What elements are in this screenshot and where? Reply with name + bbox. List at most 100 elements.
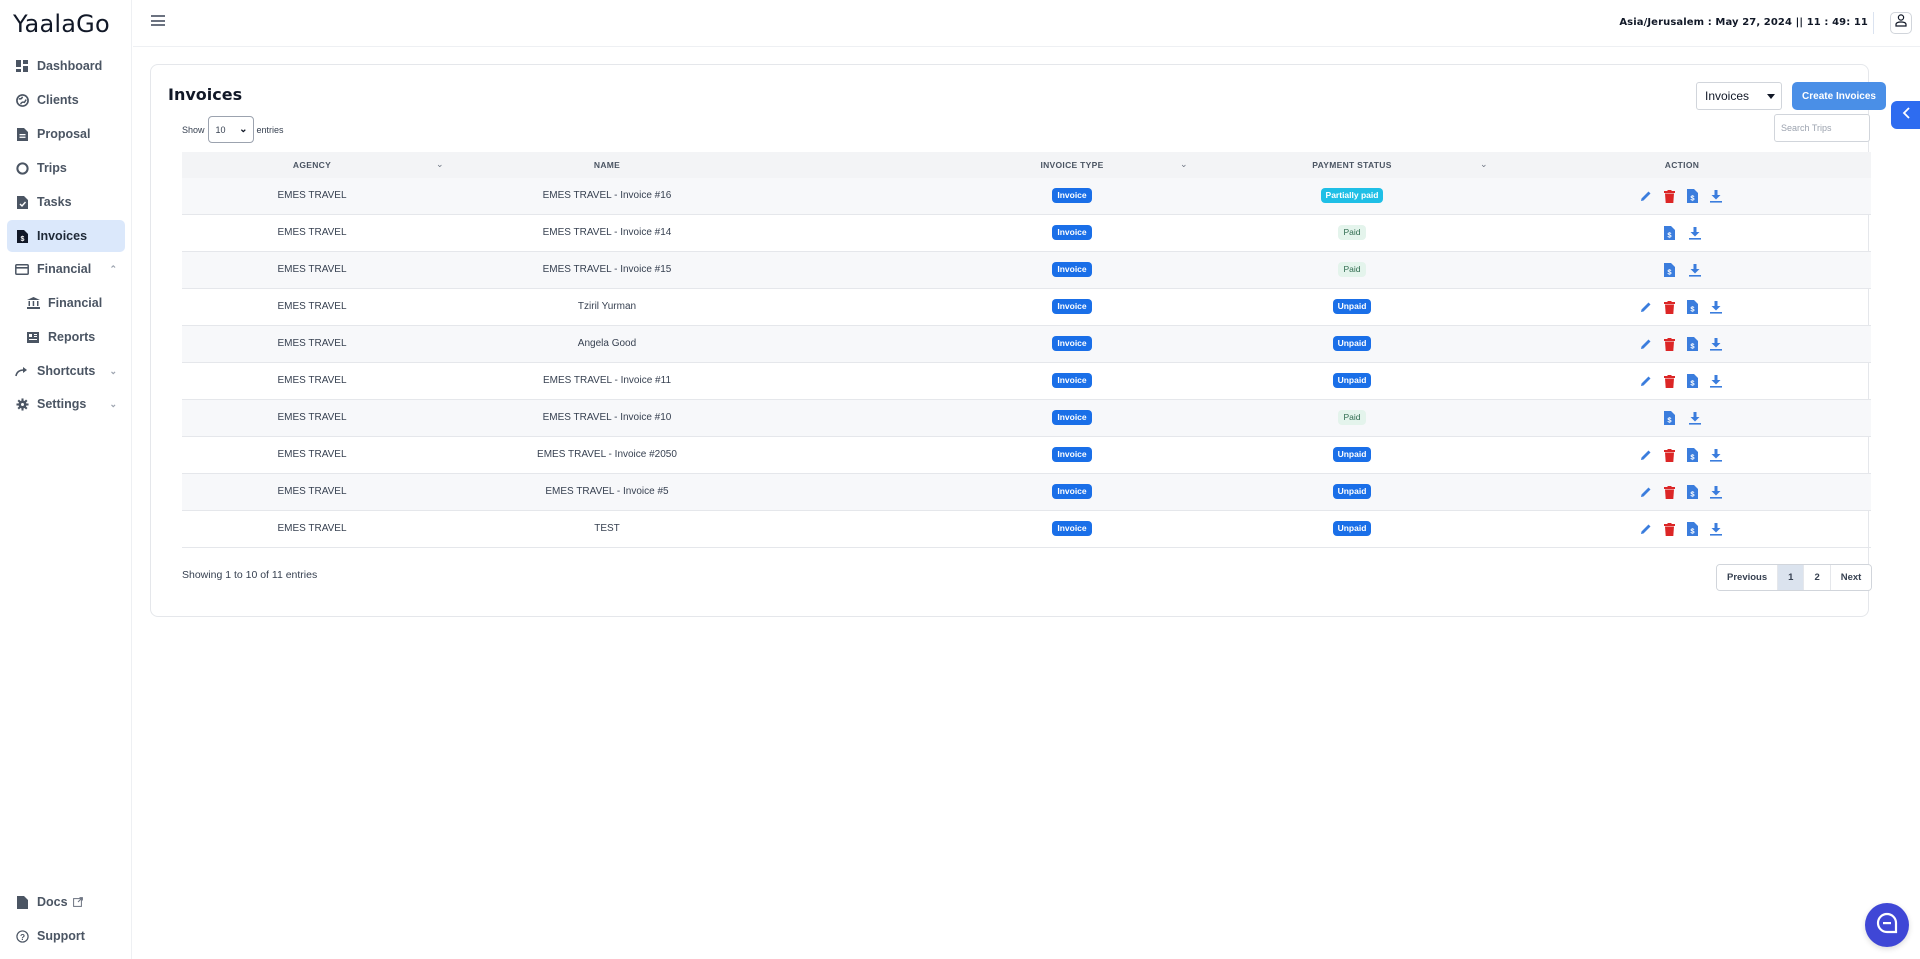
pagination-page-2[interactable]: 2 (1804, 565, 1831, 590)
sidebar-item-financial-sub[interactable]: Financial (18, 287, 122, 319)
bank-icon (26, 296, 40, 310)
edit-icon (1640, 190, 1652, 202)
sort-chevron-icon[interactable]: ⌄ (1480, 159, 1488, 170)
column-header-invoice-type[interactable]: INVOICE TYPE (992, 152, 1152, 178)
table-body: EMES TRAVEL EMES TRAVEL - Invoice #16 Invo… (182, 178, 1871, 548)
table-row: EMES TRAVEL EMES TRAVEL - Invoice #10 Invo… (182, 400, 1871, 437)
delete-button[interactable] (1664, 337, 1675, 351)
edit-button[interactable] (1640, 522, 1652, 536)
invoice-type-badge: Invoice (1052, 187, 1092, 203)
download-button[interactable] (1688, 411, 1702, 425)
chevron-down-icon: ⌄ (109, 365, 117, 376)
sidebar-item-invoices[interactable]: $ Invoices (7, 220, 125, 252)
invoice-button[interactable]: $ (1687, 300, 1698, 314)
edit-button[interactable] (1640, 300, 1652, 314)
download-button[interactable] (1710, 189, 1722, 203)
cell-name: TEST (594, 523, 620, 534)
invoice-file-icon: $ (1687, 448, 1698, 462)
sidebar-item-clients[interactable]: Clients (7, 84, 125, 116)
invoice-button[interactable]: $ (1687, 448, 1698, 462)
page-title: Invoices (168, 85, 243, 104)
edit-button[interactable] (1640, 448, 1652, 462)
invoice-icon: $ (15, 229, 29, 243)
sidebar-item-dashboard[interactable]: Dashboard (7, 50, 125, 82)
download-button[interactable] (1710, 374, 1722, 388)
pagination-next[interactable]: Next (1830, 565, 1872, 590)
edit-button[interactable] (1640, 485, 1652, 499)
invoice-file-icon: $ (1687, 300, 1698, 314)
page-length-select[interactable]: 10 ⌄ (207, 116, 254, 143)
column-header-name[interactable]: NAME (512, 152, 702, 178)
sidebar-item-trips[interactable]: Trips (7, 152, 125, 184)
edit-button[interactable] (1640, 337, 1652, 351)
invoice-file-icon: $ (1687, 374, 1698, 388)
cell-name: Angela Good (577, 338, 637, 349)
pagination-previous[interactable]: Previous (1717, 565, 1779, 590)
download-button[interactable] (1710, 337, 1722, 351)
column-header-payment-status[interactable]: PAYMENT STATUS (1272, 152, 1432, 178)
sort-chevron-icon[interactable]: ⌄ (436, 159, 444, 170)
invoice-button[interactable]: $ (1662, 263, 1676, 277)
payment-status-badge: Paid (1338, 224, 1366, 240)
download-button[interactable] (1710, 522, 1722, 536)
cell-payment-status: Unpaid (1272, 511, 1432, 547)
delete-button[interactable] (1664, 189, 1675, 203)
sidebar-item-financial[interactable]: Financial ⌃ (7, 253, 125, 285)
trash-icon (1664, 374, 1675, 388)
edit-icon (1640, 375, 1652, 387)
cell-payment-status: Partially paid (1272, 178, 1432, 214)
help-icon: ? (15, 929, 29, 943)
download-button[interactable] (1688, 226, 1702, 240)
column-header-agency[interactable]: AGENCY (182, 152, 442, 178)
sidebar-item-label: Financial (48, 296, 103, 310)
sidebar-item-shortcuts[interactable]: Shortcuts ⌄ (7, 355, 125, 387)
invoice-type-badge: Invoice (1052, 372, 1092, 388)
edit-button[interactable] (1640, 189, 1652, 203)
cell-name: EMES TRAVEL - Invoice #10 (542, 412, 672, 423)
invoice-file-icon: $ (1663, 411, 1675, 425)
download-button[interactable] (1688, 263, 1702, 277)
sidebar-item-settings[interactable]: Settings ⌄ (7, 388, 125, 420)
show-label: Show (182, 124, 205, 135)
download-button[interactable] (1710, 448, 1722, 462)
cell-agency: EMES TRAVEL (277, 412, 347, 423)
invoice-type-select[interactable]: Invoices (1696, 82, 1782, 110)
chat-button[interactable] (1865, 903, 1909, 947)
sort-chevron-icon[interactable]: ⌄ (1180, 159, 1188, 170)
invoice-button[interactable]: $ (1687, 522, 1698, 536)
menu-toggle-icon[interactable] (151, 15, 165, 27)
side-panel-toggle[interactable] (1891, 101, 1920, 129)
sidebar-item-reports[interactable]: Reports (18, 321, 122, 353)
pagination-page-1[interactable]: 1 (1778, 565, 1805, 590)
cell-name: EMES TRAVEL - Invoice #14 (542, 227, 672, 238)
delete-button[interactable] (1664, 448, 1675, 462)
brand-logo[interactable]: YaalaGo (13, 10, 110, 38)
create-invoices-button[interactable]: Create Invoices (1792, 82, 1886, 110)
chevron-down-icon: ⌄ (109, 398, 117, 409)
download-icon (1710, 337, 1722, 351)
download-button[interactable] (1710, 485, 1722, 499)
invoice-button[interactable]: $ (1687, 485, 1698, 499)
table-row: EMES TRAVEL TEST Invoice Unpaid $ (182, 511, 1871, 548)
sidebar-item-docs[interactable]: Docs (7, 888, 125, 916)
edit-button[interactable] (1640, 374, 1652, 388)
invoice-button[interactable]: $ (1687, 374, 1698, 388)
trash-icon (1664, 448, 1675, 462)
delete-button[interactable] (1664, 374, 1675, 388)
user-menu-button[interactable] (1890, 12, 1912, 34)
download-button[interactable] (1710, 300, 1722, 314)
invoice-button[interactable]: $ (1687, 189, 1698, 203)
sidebar-item-label: Invoices (37, 229, 88, 243)
search-input[interactable] (1774, 114, 1870, 142)
invoice-button[interactable]: $ (1662, 411, 1676, 425)
delete-button[interactable] (1664, 522, 1675, 536)
delete-button[interactable] (1664, 300, 1675, 314)
sidebar-item-proposal[interactable]: Proposal (7, 118, 125, 150)
sidebar-item-tasks[interactable]: Tasks (7, 186, 125, 218)
delete-button[interactable] (1664, 485, 1675, 499)
cell-invoice-type: Invoice (992, 252, 1152, 288)
sidebar-item-support[interactable]: ? Support (7, 922, 125, 950)
invoice-button[interactable]: $ (1687, 337, 1698, 351)
invoice-button[interactable]: $ (1662, 226, 1676, 240)
sidebar-item-label: Clients (37, 93, 79, 107)
